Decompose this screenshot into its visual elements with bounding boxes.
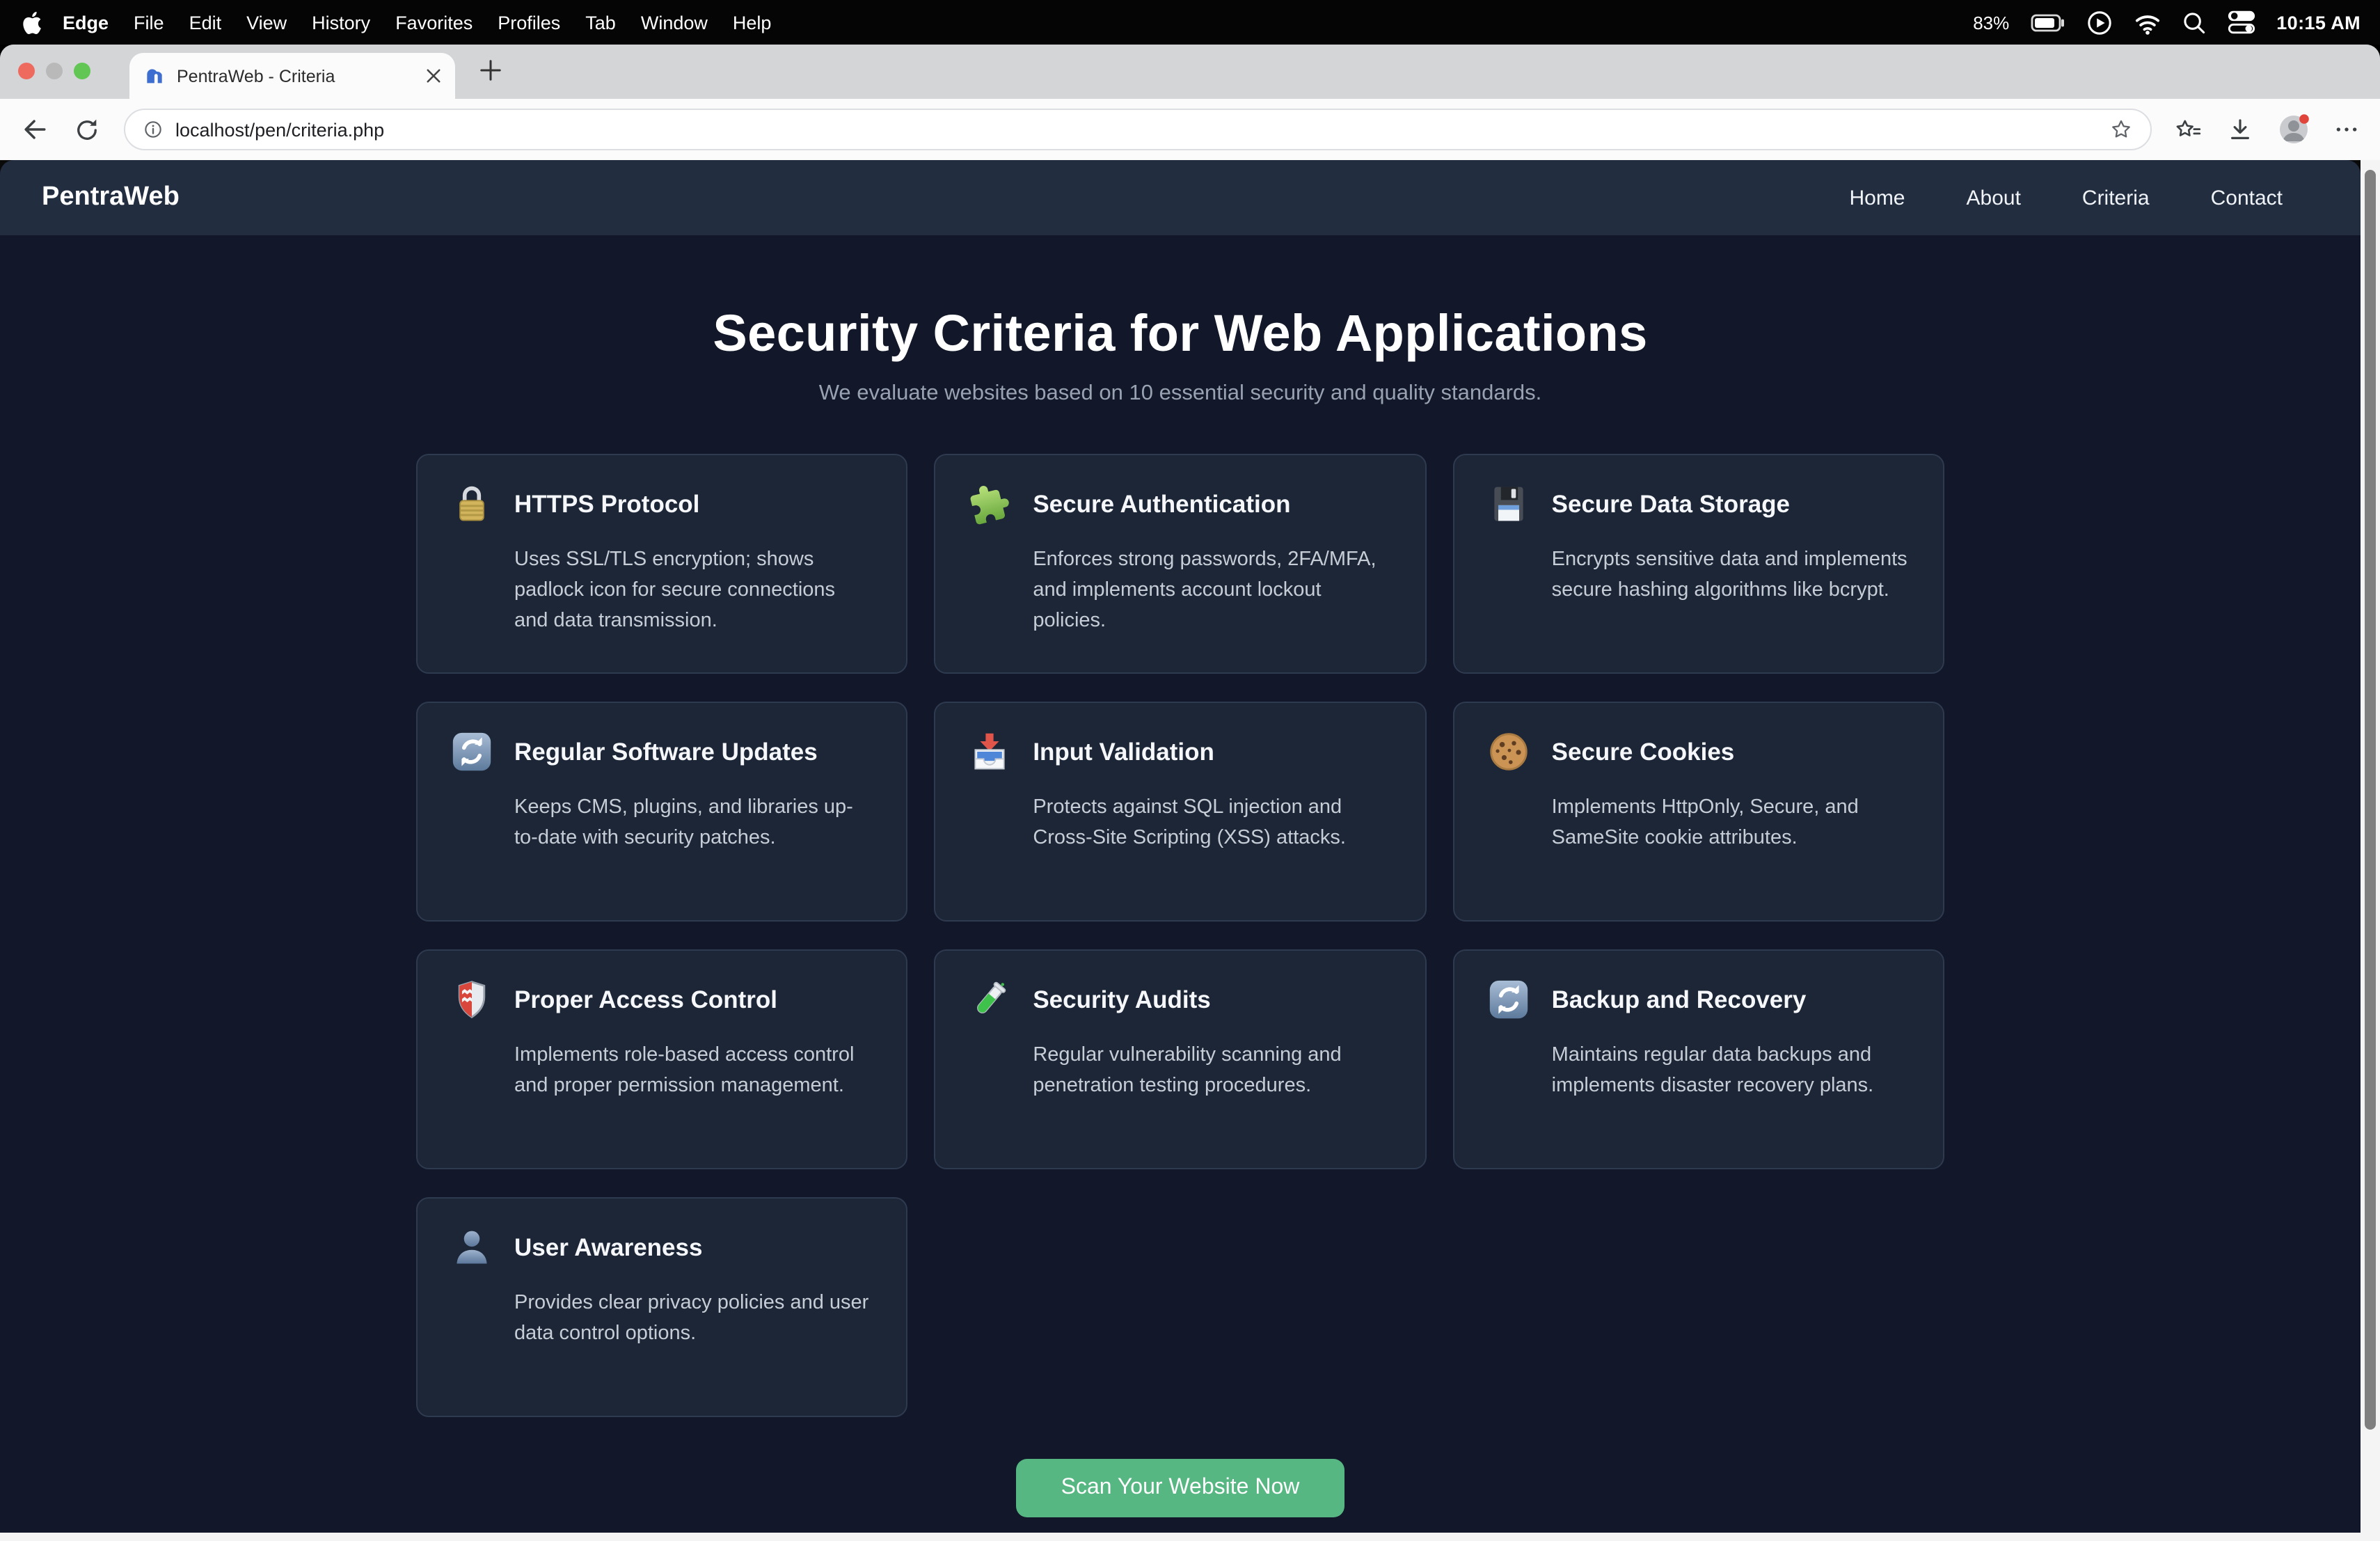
- tab-title: PentraWeb - Criteria: [177, 66, 426, 86]
- card-https-protocol: HTTPS Protocol Uses SSL/TLS encryption; …: [415, 454, 907, 674]
- card-title: Regular Software Updates: [514, 737, 818, 766]
- card-input-validation: Input Validation Protects against SQL in…: [934, 702, 1426, 922]
- card-secure-authentication: Secure Authentication Enforces strong pa…: [934, 454, 1426, 674]
- card-title: Backup and Recovery: [1552, 985, 1807, 1014]
- card-proper-access-control: Proper Access Control Implements role-ba…: [415, 949, 907, 1169]
- nav-link-home[interactable]: Home: [1849, 186, 1905, 210]
- card-title: Input Validation: [1033, 737, 1214, 766]
- menu-window[interactable]: Window: [628, 12, 720, 33]
- menu-tab[interactable]: Tab: [573, 12, 628, 33]
- card-description: Protects against SQL injection and Cross…: [1033, 793, 1391, 854]
- menu-help[interactable]: Help: [720, 12, 784, 33]
- scan-website-button[interactable]: Scan Your Website Now: [1017, 1459, 1344, 1517]
- menu-file[interactable]: File: [121, 12, 177, 33]
- test-tube-icon: [969, 979, 1010, 1020]
- collections-icon[interactable]: [2174, 115, 2203, 144]
- web-content: PentraWeb Home About Criteria Contact Se…: [0, 160, 2361, 1533]
- menu-view[interactable]: View: [234, 12, 299, 33]
- address-bar[interactable]: localhost/pen/criteria.php: [124, 109, 2152, 150]
- card-description: Encrypts sensitive data and implements s…: [1552, 546, 1910, 606]
- menu-edit[interactable]: Edit: [177, 12, 235, 33]
- browser-menu-icon[interactable]: [2333, 116, 2361, 143]
- new-tab-button[interactable]: [479, 58, 502, 82]
- menu-profiles[interactable]: Profiles: [485, 12, 573, 33]
- card-title: HTTPS Protocol: [514, 489, 699, 519]
- sync-arrows-icon: [1488, 979, 1530, 1020]
- card-description: Implements HttpOnly, Secure, and SameSit…: [1552, 793, 1910, 854]
- inbox-tray-icon: [969, 731, 1010, 773]
- card-backup-and-recovery: Backup and Recovery Maintains regular da…: [1453, 949, 1945, 1169]
- site-info-icon[interactable]: [142, 118, 164, 141]
- card-secure-cookies: Secure Cookies Implements HttpOnly, Secu…: [1453, 702, 1945, 922]
- card-description: Uses SSL/TLS encryption; shows padlock i…: [514, 546, 873, 637]
- page-subtitle: We evaluate websites based on 10 essenti…: [0, 381, 2361, 406]
- floppy-disk-icon: [1488, 483, 1530, 525]
- menu-clock[interactable]: 10:15 AM: [2276, 12, 2361, 33]
- macos-menu-bar: Edge File Edit View History Favorites Pr…: [0, 0, 2380, 45]
- battery-icon[interactable]: [2030, 10, 2065, 34]
- scrollbar-thumb[interactable]: [2365, 170, 2376, 1430]
- card-user-awareness: User Awareness Provides clear privacy po…: [415, 1197, 907, 1417]
- nav-link-criteria[interactable]: Criteria: [2082, 186, 2150, 210]
- downloads-icon[interactable]: [2226, 115, 2255, 144]
- browser-tab[interactable]: PentraWeb - Criteria: [129, 53, 455, 99]
- criteria-grid: HTTPS Protocol Uses SSL/TLS encryption; …: [415, 454, 1945, 1417]
- battery-percent: 83%: [1973, 12, 2009, 33]
- card-description: Implements role-based access control and…: [514, 1041, 873, 1102]
- card-security-audits: Security Audits Regular vulnerability sc…: [934, 949, 1426, 1169]
- spotlight-search-icon[interactable]: [2182, 10, 2205, 34]
- apple-menu-icon[interactable]: [22, 10, 42, 34]
- card-title: User Awareness: [514, 1233, 702, 1262]
- card-description: Provides clear privacy policies and user…: [514, 1289, 873, 1350]
- lock-icon: [450, 483, 492, 525]
- card-title: Security Audits: [1033, 985, 1210, 1014]
- card-secure-data-storage: Secure Data Storage Encrypts sensitive d…: [1453, 454, 1945, 674]
- shield-icon: [450, 979, 492, 1020]
- profile-avatar[interactable]: [2277, 113, 2310, 146]
- screen: Edge File Edit View History Favorites Pr…: [0, 0, 2380, 1541]
- card-title: Secure Cookies: [1552, 737, 1735, 766]
- site-navbar: PentraWeb Home About Criteria Contact: [0, 160, 2361, 235]
- url-text[interactable]: localhost/pen/criteria.php: [175, 119, 384, 140]
- back-icon[interactable]: [19, 114, 50, 145]
- card-description: Enforces strong passwords, 2FA/MFA, and …: [1033, 546, 1391, 637]
- browser-toolbar: localhost/pen/criteria.php: [0, 99, 2380, 160]
- menu-app-name[interactable]: Edge: [50, 12, 121, 33]
- card-title: Proper Access Control: [514, 985, 777, 1014]
- site-brand[interactable]: PentraWeb: [42, 182, 180, 213]
- card-description: Regular vulnerability scanning and penet…: [1033, 1041, 1391, 1102]
- card-description: Keeps CMS, plugins, and libraries up-to-…: [514, 793, 873, 854]
- wifi-icon[interactable]: [2133, 10, 2161, 34]
- card-title: Secure Authentication: [1033, 489, 1290, 519]
- window-bottom-edge: [0, 1533, 2380, 1541]
- puzzle-icon: [969, 483, 1010, 525]
- menu-favorites[interactable]: Favorites: [383, 12, 485, 33]
- cookie-icon: [1488, 731, 1530, 773]
- nav-link-about[interactable]: About: [1967, 186, 2021, 210]
- nav-link-contact[interactable]: Contact: [2211, 186, 2283, 210]
- tab-close-icon[interactable]: [426, 68, 441, 84]
- window-minimize-button[interactable]: [46, 63, 63, 79]
- favorite-star-icon[interactable]: [2109, 117, 2134, 142]
- browser-window: PentraWeb - Criteria localhost/pen/: [0, 45, 2380, 1541]
- window-zoom-button[interactable]: [74, 63, 90, 79]
- now-playing-icon[interactable]: [2086, 9, 2112, 35]
- card-title: Secure Data Storage: [1552, 489, 1790, 519]
- menu-history[interactable]: History: [299, 12, 383, 33]
- sync-arrows-icon: [450, 731, 492, 773]
- scrollbar-track[interactable]: [2361, 160, 2380, 1533]
- site-favicon: [143, 65, 166, 87]
- control-center-icon[interactable]: [2226, 8, 2255, 36]
- card-description: Maintains regular data backups and imple…: [1552, 1041, 1910, 1102]
- window-close-button[interactable]: [18, 63, 35, 79]
- refresh-icon[interactable]: [72, 115, 102, 144]
- tab-strip: PentraWeb - Criteria: [0, 45, 2380, 99]
- person-silhouette-icon: [450, 1226, 492, 1268]
- card-regular-software-updates: Regular Software Updates Keeps CMS, plug…: [415, 702, 907, 922]
- page-title: Security Criteria for Web Applications: [0, 305, 2361, 363]
